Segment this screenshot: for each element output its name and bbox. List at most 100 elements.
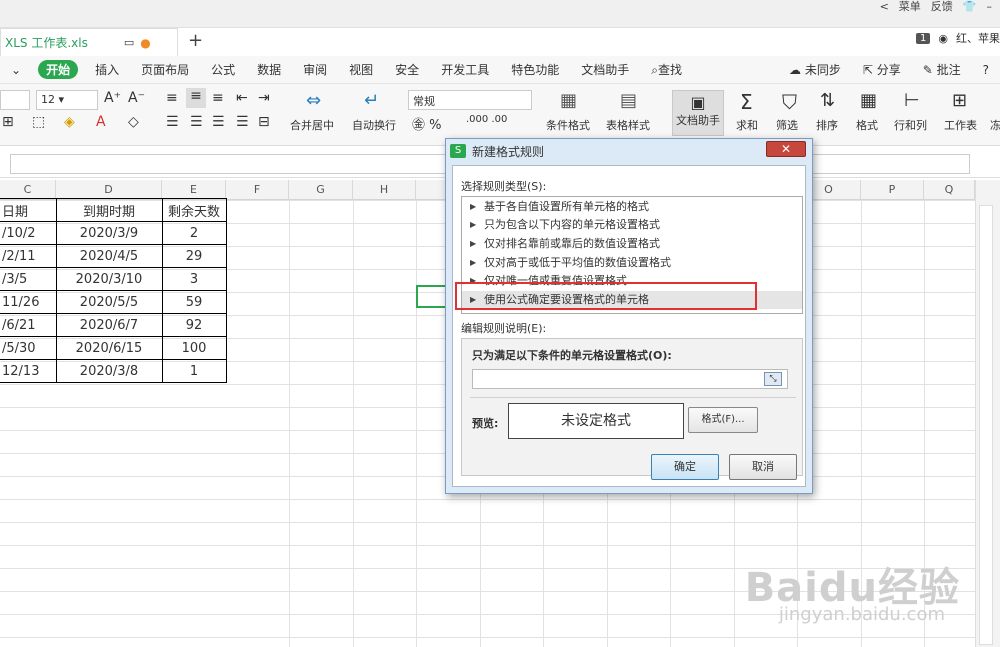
- tab-features[interactable]: 特色功能: [500, 61, 570, 78]
- condition-input[interactable]: [472, 369, 788, 389]
- table-cell[interactable]: 2020/6/15: [55, 336, 163, 360]
- close-button[interactable]: ✕: [766, 141, 806, 157]
- row-col-button[interactable]: 行和列: [894, 117, 927, 133]
- sync-button[interactable]: ☁ 未同步: [778, 61, 852, 78]
- share-button[interactable]: ⇱ 分享: [852, 61, 912, 78]
- menu-link[interactable]: 菜单: [899, 0, 921, 14]
- table-cell[interactable]: 29: [161, 244, 227, 268]
- col-header[interactable]: G: [289, 180, 353, 200]
- font-name-select[interactable]: [0, 90, 30, 110]
- wrap-icon[interactable]: ↵: [364, 90, 379, 111]
- indent-increase-icon[interactable]: ⇥: [258, 90, 270, 106]
- tab-formula[interactable]: 公式: [200, 61, 246, 78]
- minimize-icon[interactable]: –: [987, 0, 993, 13]
- table-cell[interactable]: 59: [161, 290, 227, 314]
- table-cell[interactable]: 2020/6/7: [55, 313, 163, 337]
- freeze-button[interactable]: 冻: [990, 117, 1000, 133]
- table-cell[interactable]: 12/13: [0, 359, 57, 383]
- align-center-icon[interactable]: ☰: [190, 114, 203, 130]
- cond-format-icon[interactable]: ▦: [560, 90, 577, 111]
- table-style-icon[interactable]: ▤: [620, 90, 637, 111]
- align-top-icon[interactable]: ≡: [166, 90, 178, 106]
- rule-item[interactable]: ▶ 仅对高于或低于平均值的数值设置格式: [462, 254, 802, 272]
- currency-icon[interactable]: ㊎ %: [412, 114, 442, 133]
- table-cell[interactable]: 2020/5/5: [55, 290, 163, 314]
- number-format-select[interactable]: 常规: [408, 90, 532, 110]
- table-cell[interactable]: 1: [161, 359, 227, 383]
- header-cell-remaining[interactable]: 剩余天数: [161, 198, 227, 222]
- sort-icon[interactable]: ⇅: [820, 90, 835, 111]
- filter-icon[interactable]: ⛉: [782, 90, 797, 114]
- header-cell-due[interactable]: 到期时期: [55, 198, 163, 222]
- distribute-icon[interactable]: ⊟: [258, 114, 270, 130]
- indent-decrease-icon[interactable]: ⇤: [236, 90, 248, 106]
- table-cell[interactable]: /10/2: [0, 221, 57, 245]
- clear-icon[interactable]: ◇: [128, 114, 139, 130]
- worksheet-button[interactable]: 工作表: [944, 117, 977, 133]
- table-cell[interactable]: 2020/3/10: [55, 267, 163, 291]
- merge-icon[interactable]: ⇔: [306, 90, 321, 111]
- align-middle-icon[interactable]: ≡: [186, 88, 206, 108]
- tab-doc-assistant[interactable]: 文档助手: [570, 61, 640, 78]
- row-col-icon[interactable]: ⊢: [904, 90, 920, 111]
- rule-item[interactable]: ▶ 只为包含以下内容的单元格设置格式: [462, 216, 802, 234]
- col-header[interactable]: E: [162, 180, 226, 200]
- tab-search[interactable]: ⌕查找: [640, 61, 693, 78]
- justify-icon[interactable]: ☰: [236, 114, 249, 130]
- fill-style-icon[interactable]: ⬚: [32, 114, 45, 130]
- annotate-button[interactable]: ✎ 批注: [912, 61, 972, 78]
- shirt-icon[interactable]: 👕: [963, 0, 977, 13]
- col-header[interactable]: Q: [924, 180, 975, 200]
- cond-format-button[interactable]: 条件格式: [546, 117, 590, 133]
- doc-assistant-button[interactable]: ▣ 文档助手: [672, 90, 724, 136]
- sort-button[interactable]: 排序: [816, 117, 838, 133]
- table-cell[interactable]: 92: [161, 313, 227, 337]
- align-right-icon[interactable]: ☰: [212, 114, 225, 130]
- rule-item[interactable]: ▶ 基于各自值设置所有单元格的格式: [462, 198, 802, 216]
- format-icon[interactable]: ▦: [860, 90, 877, 111]
- tab-home[interactable]: 开始: [38, 60, 79, 79]
- border-icon[interactable]: ⊞: [2, 114, 14, 130]
- monitor-icon[interactable]: ▭: [124, 36, 134, 49]
- worksheet-icon[interactable]: ⊞: [952, 90, 967, 111]
- shrink-font-icon[interactable]: A⁻: [128, 90, 145, 106]
- tab-data[interactable]: 数据: [246, 61, 292, 78]
- header-cell-date[interactable]: 日期: [0, 198, 57, 222]
- table-cell[interactable]: 2: [161, 221, 227, 245]
- cancel-button[interactable]: 取消: [729, 454, 797, 480]
- document-tab[interactable]: XLS 工作表.xls ▭ ●: [0, 28, 178, 56]
- scrollbar-thumb[interactable]: [979, 205, 993, 645]
- decimal-icons[interactable]: .000 .00: [466, 114, 507, 125]
- col-header[interactable]: P: [861, 180, 924, 200]
- fill-color-icon[interactable]: ◈: [64, 114, 75, 130]
- table-cell[interactable]: 2020/3/8: [55, 359, 163, 383]
- font-size-select[interactable]: 12 ▾: [36, 90, 98, 110]
- col-header[interactable]: F: [226, 180, 289, 200]
- autowrap-button[interactable]: 自动换行: [352, 117, 396, 133]
- range-picker-icon[interactable]: ⤡: [764, 372, 782, 386]
- window-count-badge[interactable]: 1: [916, 32, 931, 44]
- tab-page-layout[interactable]: 页面布局: [130, 61, 200, 78]
- align-bottom-icon[interactable]: ≡: [212, 90, 224, 106]
- align-left-icon[interactable]: ☰: [166, 114, 179, 130]
- format-button[interactable]: 格式: [856, 117, 878, 133]
- help-button[interactable]: ?: [972, 63, 1000, 77]
- tab-review[interactable]: 审阅: [292, 61, 338, 78]
- table-cell[interactable]: 2020/4/5: [55, 244, 163, 268]
- back-icon[interactable]: <: [880, 0, 889, 13]
- feedback-link[interactable]: 反馈: [931, 0, 953, 14]
- avatar[interactable]: ◉: [938, 32, 948, 45]
- table-cell[interactable]: /5/30: [0, 336, 57, 360]
- table-cell[interactable]: 2020/3/9: [55, 221, 163, 245]
- sum-icon[interactable]: Σ: [740, 90, 753, 114]
- table-cell[interactable]: 11/26: [0, 290, 57, 314]
- account-name[interactable]: 红、苹果: [956, 30, 1000, 46]
- merge-button[interactable]: 合并居中: [290, 117, 334, 133]
- table-cell[interactable]: 3: [161, 267, 227, 291]
- font-color-icon[interactable]: A: [96, 114, 106, 130]
- table-cell[interactable]: /2/11: [0, 244, 57, 268]
- rule-item[interactable]: ▶ 仅对排名靠前或靠后的数值设置格式: [462, 235, 802, 253]
- dialog-title-bar[interactable]: S 新建格式规则: [446, 139, 812, 163]
- table-cell[interactable]: 100: [161, 336, 227, 360]
- grow-font-icon[interactable]: A⁺: [104, 90, 121, 106]
